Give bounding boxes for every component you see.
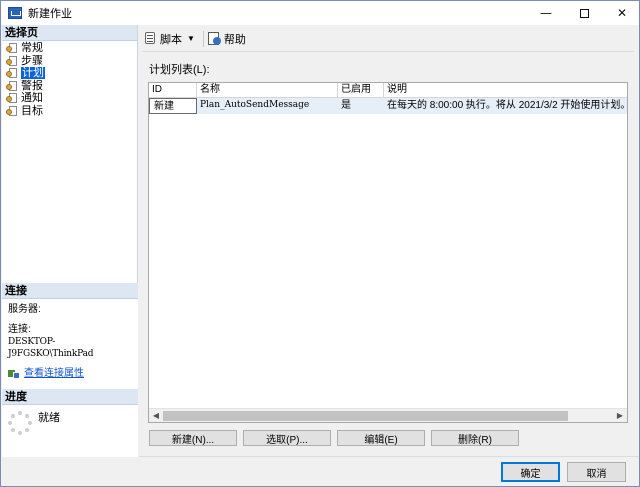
page-icon — [6, 43, 18, 54]
column-header-description[interactable]: 说明 — [384, 83, 627, 97]
row-enabled-cell[interactable]: 是 — [338, 98, 384, 114]
pick-schedule-button[interactable]: 选取(P)... — [243, 430, 331, 446]
connection-value: DESKTOP-J9FGSKO\ThinkPad — [8, 337, 94, 359]
toolbar: 脚本 ▼ 帮助 — [139, 25, 639, 52]
scrollbar-thumb[interactable] — [163, 410, 568, 421]
progress-status: 就绪 — [38, 412, 60, 424]
column-header-enabled[interactable]: 已启用 — [338, 83, 384, 97]
progress-header: 进度 — [2, 389, 138, 405]
column-header-name[interactable]: 名称 — [197, 83, 338, 97]
page-icon — [6, 80, 18, 91]
script-label: 脚本 — [160, 33, 182, 46]
nav-item-label: 目标 — [21, 104, 43, 117]
left-panel: 选择页 常规 步骤 计划 警报 通知 目标 连接 服务器: 连接: DESKTO… — [2, 25, 138, 457]
toolbar-separator — [202, 30, 204, 47]
server-label: 服务器: — [8, 304, 41, 315]
nav-item-label: 步骤 — [21, 54, 43, 67]
window-title: 新建作业 — [28, 8, 72, 20]
scroll-right-icon[interactable]: ▶ — [613, 411, 627, 420]
nav-item-schedules[interactable]: 计划 — [2, 67, 137, 80]
toolbar-divider — [142, 51, 634, 52]
connection-header: 连接 — [2, 283, 138, 299]
page-icon — [6, 68, 18, 79]
page-icon — [6, 55, 18, 66]
scroll-left-icon[interactable]: ◀ — [149, 411, 163, 420]
view-connection-properties-text[interactable]: 查看连接属性 — [24, 368, 84, 380]
row-id-cell[interactable]: 新建 — [149, 98, 197, 114]
script-button[interactable]: 脚本 ▼ — [143, 31, 195, 47]
connection-properties-icon — [8, 369, 20, 379]
row-name-cell[interactable]: Plan_AutoSendMessage — [197, 98, 338, 114]
delete-schedule-button[interactable]: 删除(R) — [431, 430, 519, 446]
progress-spinner-icon — [8, 411, 32, 435]
schedule-grid[interactable]: ID 名称 已启用 说明 新建 Plan_AutoSendMessage 是 在… — [148, 82, 628, 423]
help-icon — [207, 32, 221, 45]
maximize-icon — [579, 8, 589, 18]
page-icon — [6, 105, 18, 116]
page-icon — [6, 93, 18, 104]
nav-item-label: 警报 — [21, 79, 43, 92]
table-row[interactable]: 新建 Plan_AutoSendMessage 是 在每天的 8:00:00 执… — [149, 98, 627, 114]
nav-item-label: 常规 — [21, 42, 43, 55]
connection-section: 连接 服务器: 连接: DESKTOP-J9FGSKO\ThinkPad 查看连… — [2, 283, 138, 389]
nav-item-label: 通知 — [21, 92, 43, 105]
grid-header: ID 名称 已启用 说明 — [149, 83, 627, 98]
column-header-id[interactable]: ID — [149, 83, 197, 97]
nav-item-general[interactable]: 常规 — [2, 42, 137, 55]
select-page-header: 选择页 — [2, 25, 137, 41]
new-job-dialog: 新建作业 — ✕ 选择页 常规 步骤 计划 警报 通知 目标 连接 服务器: 连… — [0, 0, 640, 487]
close-button[interactable]: ✕ — [599, 1, 640, 25]
horizontal-scrollbar[interactable]: ◀ ▶ — [149, 408, 627, 422]
nav-item-label: 计划 — [21, 67, 45, 80]
nav-item-steps[interactable]: 步骤 — [2, 55, 137, 68]
help-button[interactable]: 帮助 — [207, 31, 246, 47]
title-bar: 新建作业 — ✕ — [1, 1, 639, 25]
page-nav-list: 常规 步骤 计划 警报 通知 目标 — [2, 41, 137, 117]
view-connection-properties-link[interactable]: 查看连接属性 — [8, 368, 132, 380]
new-schedule-button[interactable]: 新建(N)... — [149, 430, 237, 446]
nav-item-alerts[interactable]: 警报 — [2, 80, 137, 93]
connection-label: 连接: — [8, 324, 31, 335]
edit-schedule-button[interactable]: 编辑(E) — [337, 430, 425, 446]
row-description-cell[interactable]: 在每天的 8:00:00 执行。将从 2021/3/2 开始使用计划。 — [384, 98, 627, 114]
help-label: 帮助 — [223, 33, 246, 46]
chevron-down-icon[interactable]: ▼ — [187, 34, 195, 43]
nav-item-notifications[interactable]: 通知 — [2, 92, 137, 105]
ok-button[interactable]: 确定 — [501, 462, 560, 482]
schedule-list-label: 计划列表(L): — [149, 64, 210, 76]
cancel-button[interactable]: 取消 — [567, 462, 626, 482]
progress-section: 进度 就绪 — [2, 389, 138, 457]
app-icon — [8, 7, 22, 19]
nav-item-targets[interactable]: 目标 — [2, 105, 137, 118]
footer-divider — [139, 456, 639, 457]
script-icon — [143, 32, 157, 45]
